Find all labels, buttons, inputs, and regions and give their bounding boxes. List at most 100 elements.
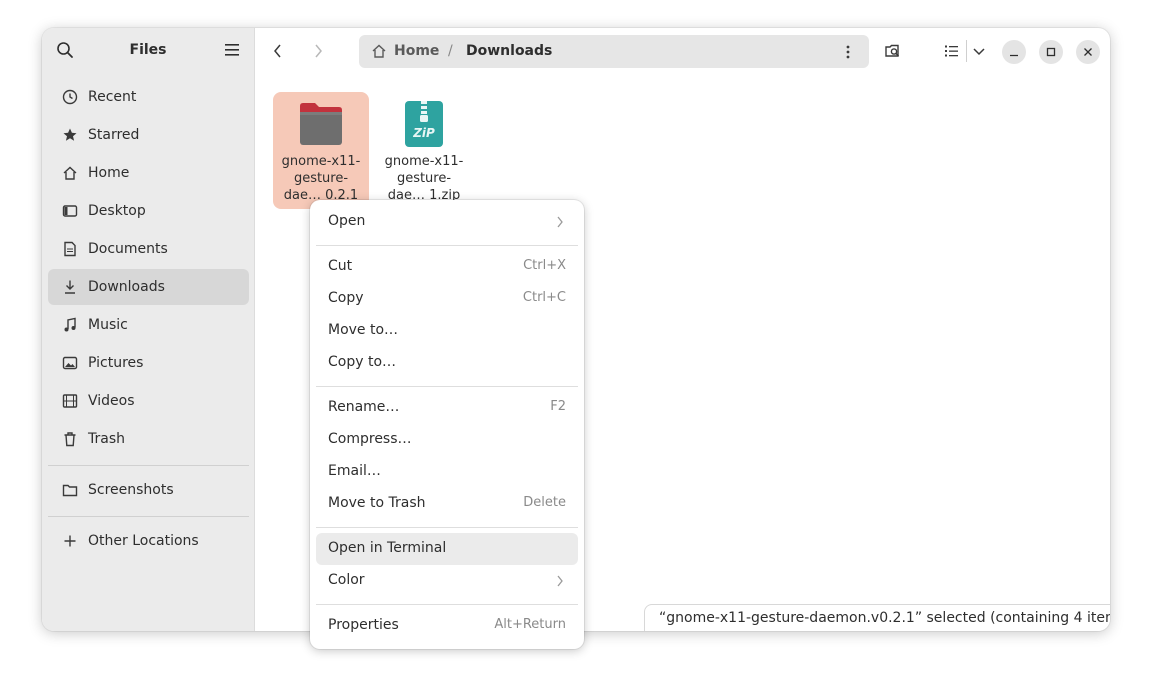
zip-archive-icon: ZiP bbox=[405, 101, 443, 147]
menu-item-shortcut: Ctrl+X bbox=[523, 258, 566, 273]
file-name-line: gesture- bbox=[293, 171, 349, 186]
document-icon bbox=[62, 241, 78, 257]
chevron-right-icon bbox=[557, 216, 563, 228]
file-name-line: gesture- bbox=[396, 171, 452, 186]
menu-item-label: Open bbox=[328, 213, 366, 229]
menu-item-shortcut: F2 bbox=[550, 399, 566, 414]
picture-icon bbox=[62, 355, 78, 371]
video-icon bbox=[62, 393, 78, 409]
sidebar-item-videos[interactable]: Videos bbox=[48, 383, 249, 419]
menu-item-copy[interactable]: Copy Ctrl+C bbox=[316, 283, 578, 315]
folder-icon bbox=[62, 482, 78, 498]
menu-item-shortcut: Ctrl+C bbox=[522, 290, 566, 305]
forward-arrow-icon[interactable] bbox=[310, 42, 326, 60]
back-arrow-icon[interactable] bbox=[270, 42, 286, 60]
sidebar-item-label: Home bbox=[88, 165, 130, 181]
menu-item-cut[interactable]: Cut Ctrl+X bbox=[316, 251, 578, 283]
menu-item-shortcut: Alt+Return bbox=[494, 617, 566, 632]
sidebar-item-pictures[interactable]: Pictures bbox=[48, 345, 249, 381]
menu-item-copy-to[interactable]: Copy to… bbox=[316, 347, 578, 379]
menu-item-label: Color bbox=[328, 572, 365, 588]
sidebar-item-other-locations[interactable]: Other Locations bbox=[48, 523, 249, 559]
home-icon bbox=[62, 165, 78, 181]
status-bar: “gnome-x11-gesture-daemon.v0.2.1” select… bbox=[644, 604, 1110, 631]
menu-separator bbox=[316, 527, 578, 528]
home-icon bbox=[372, 44, 386, 58]
sidebar-item-label: Desktop bbox=[88, 203, 146, 219]
view-divider bbox=[966, 40, 967, 62]
sidebar-item-label: Documents bbox=[88, 241, 168, 257]
menu-item-label: Rename… bbox=[328, 399, 400, 415]
trash-icon bbox=[62, 431, 78, 447]
download-icon bbox=[62, 279, 78, 295]
sidebar-item-home[interactable]: Home bbox=[48, 155, 249, 191]
breadcrumb-current[interactable]: Downloads bbox=[466, 43, 552, 59]
hamburger-menu-icon[interactable] bbox=[224, 43, 240, 57]
sidebar-separator bbox=[48, 516, 249, 517]
sidebar-header: Files bbox=[42, 28, 254, 74]
menu-item-label: Move to… bbox=[328, 322, 399, 338]
menu-item-color[interactable]: Color bbox=[316, 565, 578, 597]
maximize-button[interactable] bbox=[1039, 40, 1063, 64]
menu-item-move-to[interactable]: Move to… bbox=[316, 315, 578, 347]
file-item-folder[interactable]: gnome-x11- gesture- dae… 0.2.1 bbox=[273, 92, 369, 209]
menu-separator bbox=[316, 245, 578, 246]
chevron-right-icon bbox=[557, 575, 563, 587]
sidebar-item-trash[interactable]: Trash bbox=[48, 421, 249, 457]
close-icon bbox=[1084, 48, 1092, 56]
menu-item-open[interactable]: Open bbox=[316, 206, 578, 238]
desktop-icon bbox=[62, 203, 78, 219]
file-name-line: gnome-x11- bbox=[281, 154, 361, 169]
menu-item-label: Compress… bbox=[328, 431, 412, 447]
menu-separator bbox=[316, 386, 578, 387]
sidebar-item-label: Other Locations bbox=[88, 533, 199, 549]
file-name: gnome-x11- gesture- dae… 0.2.1 bbox=[273, 153, 369, 204]
breadcrumb-separator: / bbox=[448, 43, 453, 59]
search-folder-icon[interactable] bbox=[884, 42, 902, 60]
menu-item-shortcut: Delete bbox=[523, 495, 566, 510]
sidebar: Files Recent Starred Home Desktop Docume… bbox=[42, 28, 255, 631]
menu-item-label: Cut bbox=[328, 258, 353, 274]
menu-separator bbox=[316, 604, 578, 605]
menu-item-open-in-terminal[interactable]: Open in Terminal bbox=[316, 533, 578, 565]
sidebar-item-label: Music bbox=[88, 317, 128, 333]
more-options-icon[interactable] bbox=[845, 44, 851, 60]
sidebar-item-screenshots[interactable]: Screenshots bbox=[48, 472, 249, 508]
minimize-button[interactable] bbox=[1002, 40, 1026, 64]
menu-item-rename[interactable]: Rename… F2 bbox=[316, 392, 578, 424]
sidebar-item-recent[interactable]: Recent bbox=[48, 79, 249, 115]
sidebar-item-label: Recent bbox=[88, 89, 137, 105]
maximize-icon bbox=[1046, 47, 1056, 57]
sidebar-item-music[interactable]: Music bbox=[48, 307, 249, 343]
file-item-zip[interactable]: ZiP gnome-x11- gesture- dae… 1.zip bbox=[376, 92, 472, 209]
chevron-down-icon[interactable] bbox=[970, 42, 988, 60]
menu-item-label: Move to Trash bbox=[328, 495, 426, 511]
menu-item-label: Email… bbox=[328, 463, 381, 479]
menu-item-label: Open in Terminal bbox=[328, 540, 447, 556]
minimize-icon bbox=[1010, 54, 1018, 57]
file-name-line: gnome-x11- bbox=[384, 154, 464, 169]
close-button[interactable] bbox=[1076, 40, 1100, 64]
menu-item-properties[interactable]: Properties Alt+Return bbox=[316, 610, 578, 642]
breadcrumb-home[interactable]: Home bbox=[394, 43, 439, 59]
sidebar-item-label: Pictures bbox=[88, 355, 144, 371]
list-view-icon[interactable] bbox=[942, 42, 960, 60]
sidebar-item-desktop[interactable]: Desktop bbox=[48, 193, 249, 229]
path-bar[interactable]: Home / Downloads bbox=[359, 35, 869, 68]
sidebar-item-label: Starred bbox=[88, 127, 140, 143]
sidebar-item-downloads[interactable]: Downloads bbox=[48, 269, 249, 305]
zip-badge: ZiP bbox=[412, 126, 435, 140]
sidebar-item-starred[interactable]: Starred bbox=[48, 117, 249, 153]
folder-icon bbox=[300, 103, 342, 145]
menu-item-email[interactable]: Email… bbox=[316, 456, 578, 488]
file-name: gnome-x11- gesture- dae… 1.zip bbox=[376, 153, 472, 204]
sidebar-item-label: Videos bbox=[88, 393, 135, 409]
sidebar-item-documents[interactable]: Documents bbox=[48, 231, 249, 267]
menu-item-compress[interactable]: Compress… bbox=[316, 424, 578, 456]
sidebar-item-label: Downloads bbox=[88, 279, 165, 295]
sidebar-item-label: Trash bbox=[88, 431, 125, 447]
menu-item-move-to-trash[interactable]: Move to Trash Delete bbox=[316, 488, 578, 520]
menu-item-label: Copy bbox=[328, 290, 364, 306]
menu-item-label: Copy to… bbox=[328, 354, 397, 370]
sidebar-separator bbox=[48, 465, 249, 466]
